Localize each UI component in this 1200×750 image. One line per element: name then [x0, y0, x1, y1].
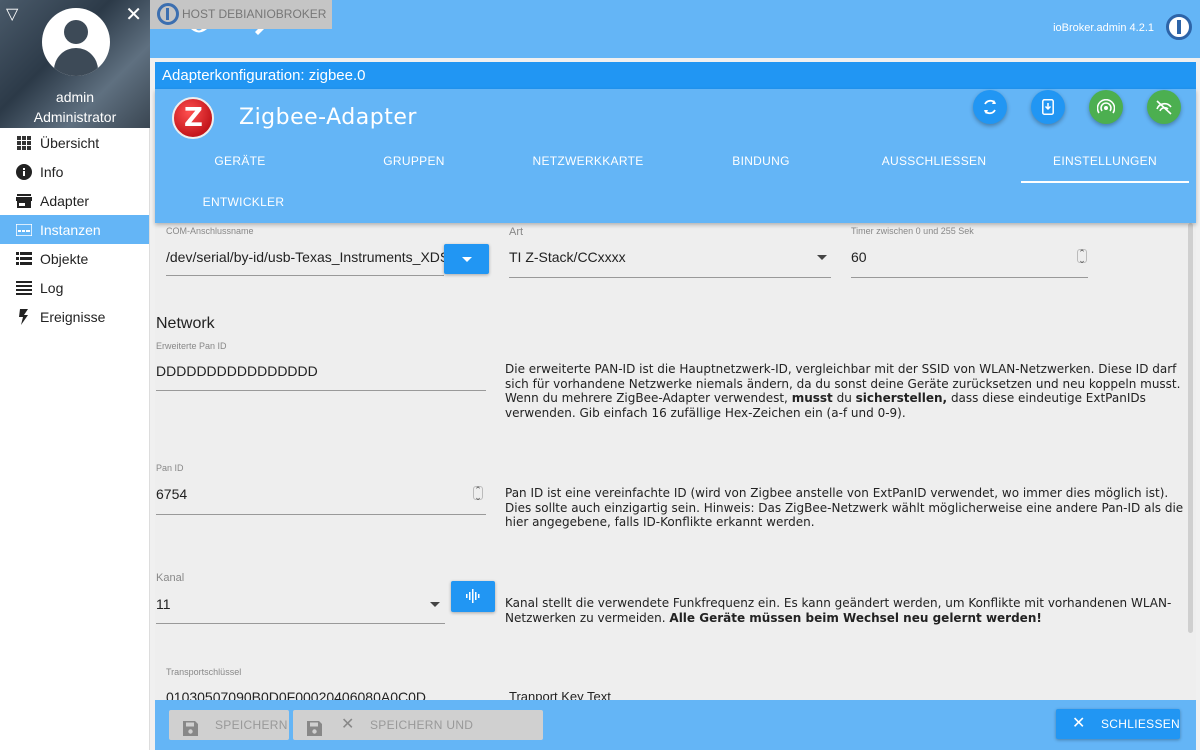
sidebar-item-label: Instanzen	[40, 221, 101, 238]
channel-scan-button[interactable]	[451, 581, 495, 612]
pairing-button[interactable]	[1089, 90, 1123, 124]
app-window: ▽ ✕ admin Administrator Übersicht Info A…	[0, 0, 1200, 750]
art-select[interactable]: TI Z-Stack/CCxxxx	[509, 249, 799, 265]
kanal-underline	[156, 623, 445, 624]
transport-key-input[interactable]: 01030507090B0D0F00020406080A0C0D	[166, 689, 466, 700]
refresh-button[interactable]	[973, 90, 1007, 124]
host-selector[interactable]: HOST DEBIANIOBROKER	[150, 0, 332, 29]
sidebar-item-label: Adapter	[40, 192, 90, 209]
panid-input[interactable]: 6754	[156, 486, 456, 502]
chevron-down-icon	[817, 255, 827, 260]
kanal-label: Kanal	[156, 572, 185, 584]
avatar	[42, 8, 110, 76]
user-profile: ▽ ✕ admin Administrator	[0, 0, 150, 128]
timer-spinner-icon[interactable]: ⌃ ⌄	[1077, 249, 1087, 265]
version-label: ioBroker.admin 4.2.1	[1053, 22, 1154, 34]
floppy-icon	[307, 717, 322, 747]
sidebar-item-info[interactable]: Info	[0, 157, 149, 186]
menu-toggle-icon[interactable]: ▽	[6, 4, 18, 24]
active-tab-indicator	[1021, 181, 1189, 183]
sidebar-item-uebersicht[interactable]: Übersicht	[0, 128, 149, 157]
tab-entwickler[interactable]: ENTWICKLER	[195, 195, 292, 209]
adapter-config-dialog: Adapterkonfiguration: zigbee.0 Z Zigbee-…	[155, 62, 1196, 750]
chevron-down-icon	[462, 257, 472, 262]
spectrum-icon	[466, 589, 480, 603]
sidebar-item-label: Log	[40, 279, 64, 296]
iobroker-logo-icon	[1166, 14, 1192, 40]
extpan-help-text: Die erweiterte PAN-ID ist die Hauptnetzw…	[505, 362, 1181, 420]
com-port-label: COM-Anschlussname	[166, 226, 254, 236]
network-heading: Network	[156, 315, 215, 332]
transport-key-help-text: Tranport Key Text	[509, 689, 611, 700]
user-name: admin	[55, 89, 95, 105]
log-icon	[16, 280, 32, 296]
com-port-dropdown-button[interactable]	[444, 244, 489, 274]
list-icon	[16, 251, 32, 267]
save-and-close-button[interactable]: ✕ SPEICHERN UND SCHLIESSEN	[293, 710, 543, 750]
settings-content: COM-Anschlussname /dev/serial/by-id/usb-…	[155, 223, 1185, 700]
sidebar-item-objekte[interactable]: Objekte	[0, 244, 149, 273]
sidebar-item-label: Objekte	[40, 250, 89, 267]
tab-geraete[interactable]: GERÄTE	[195, 154, 285, 168]
tab-netzwerkkarte[interactable]: NETZWERKKARTE	[523, 154, 653, 168]
sidebar-item-log[interactable]: Log	[0, 273, 149, 302]
sidebar-item-label: Ereignisse	[40, 308, 106, 325]
save-button-label: SPEICHERN	[215, 718, 288, 732]
art-label: Art	[509, 226, 524, 238]
com-port-underline	[166, 275, 444, 276]
close-sidebar-icon[interactable]: ✕	[125, 2, 142, 27]
instances-icon	[16, 222, 32, 238]
kanal-select[interactable]: 11	[156, 596, 356, 612]
sidebar-item-ereignisse[interactable]: Ereignisse	[0, 302, 149, 331]
sidebar-item-adapter[interactable]: Adapter	[0, 186, 149, 215]
close-button[interactable]: ✕ SCHLIESSEN	[1056, 709, 1180, 739]
dialog-title: Adapterkonfiguration: zigbee.0	[155, 62, 1196, 89]
save-button[interactable]: SPEICHERN	[169, 710, 289, 740]
timer-underline	[851, 277, 1088, 278]
download-device-button[interactable]	[1031, 90, 1065, 124]
tab-gruppen[interactable]: GRUPPEN	[369, 154, 459, 168]
com-port-input[interactable]: /dev/serial/by-id/usb-Texas_Instruments_…	[166, 249, 444, 265]
timer-input[interactable]: 60	[851, 249, 1051, 265]
panid-label: Pan ID	[156, 463, 184, 473]
host-label: HOST DEBIANIOBROKER	[182, 7, 327, 21]
sidebar-item-label: Info	[40, 163, 64, 180]
transport-key-label: Transportschlüssel	[166, 667, 242, 677]
tab-bindung[interactable]: BINDUNG	[716, 154, 806, 168]
sidebar: ▽ ✕ admin Administrator Übersicht Info A…	[0, 0, 150, 750]
extpan-underline	[156, 390, 486, 391]
adapter-header: Z Zigbee-Adapter GERÄTE GRUPPEN NETZWERK…	[155, 89, 1196, 223]
close-button-label: SCHLIESSEN	[1101, 717, 1181, 731]
panid-spinner-icon[interactable]: ⌃ ⌄	[473, 486, 483, 502]
flash-icon	[16, 308, 32, 325]
dialog-footer: SPEICHERN ✕ SPEICHERN UND SCHLIESSEN ✕ S…	[155, 700, 1196, 750]
adapter-name: Zigbee-Adapter	[239, 105, 417, 130]
extpan-label: Erweiterte Pan ID	[156, 341, 227, 351]
iobroker-host-icon	[157, 3, 179, 25]
zigbee-logo-icon: Z	[172, 97, 214, 139]
art-underline	[509, 277, 831, 278]
sidebar-item-label: Übersicht	[40, 134, 100, 151]
close-icon: ✕	[341, 716, 355, 733]
kanal-help-text: Kanal stellt die verwendete Funkfrequenz…	[505, 596, 1172, 625]
chevron-down-icon	[430, 602, 440, 607]
panid-help-text: Pan ID ist eine vereinfachte ID (wird vo…	[505, 486, 1184, 529]
extpan-input[interactable]: DDDDDDDDDDDDDDDD	[156, 363, 456, 379]
timer-label: Timer zwischen 0 und 255 Sek	[851, 226, 974, 236]
user-role: Administrator	[33, 109, 117, 125]
info-icon	[16, 163, 32, 180]
save-and-close-label: SPEICHERN UND SCHLIESSEN	[370, 718, 474, 750]
tab-ausschliessen[interactable]: AUSSCHLIESSEN	[869, 154, 999, 168]
store-icon	[16, 193, 32, 209]
grid-icon	[16, 135, 32, 151]
panid-underline	[156, 514, 486, 515]
scrollbar[interactable]	[1188, 223, 1193, 633]
close-icon: ✕	[1072, 715, 1086, 732]
sidebar-item-instanzen[interactable]: Instanzen	[0, 215, 149, 244]
sidebar-nav: Übersicht Info Adapter Instanzen Objekte…	[0, 128, 149, 331]
signal-off-button[interactable]	[1147, 90, 1181, 124]
floppy-icon	[183, 717, 198, 747]
tab-einstellungen[interactable]: EINSTELLUNGEN	[1025, 154, 1185, 168]
